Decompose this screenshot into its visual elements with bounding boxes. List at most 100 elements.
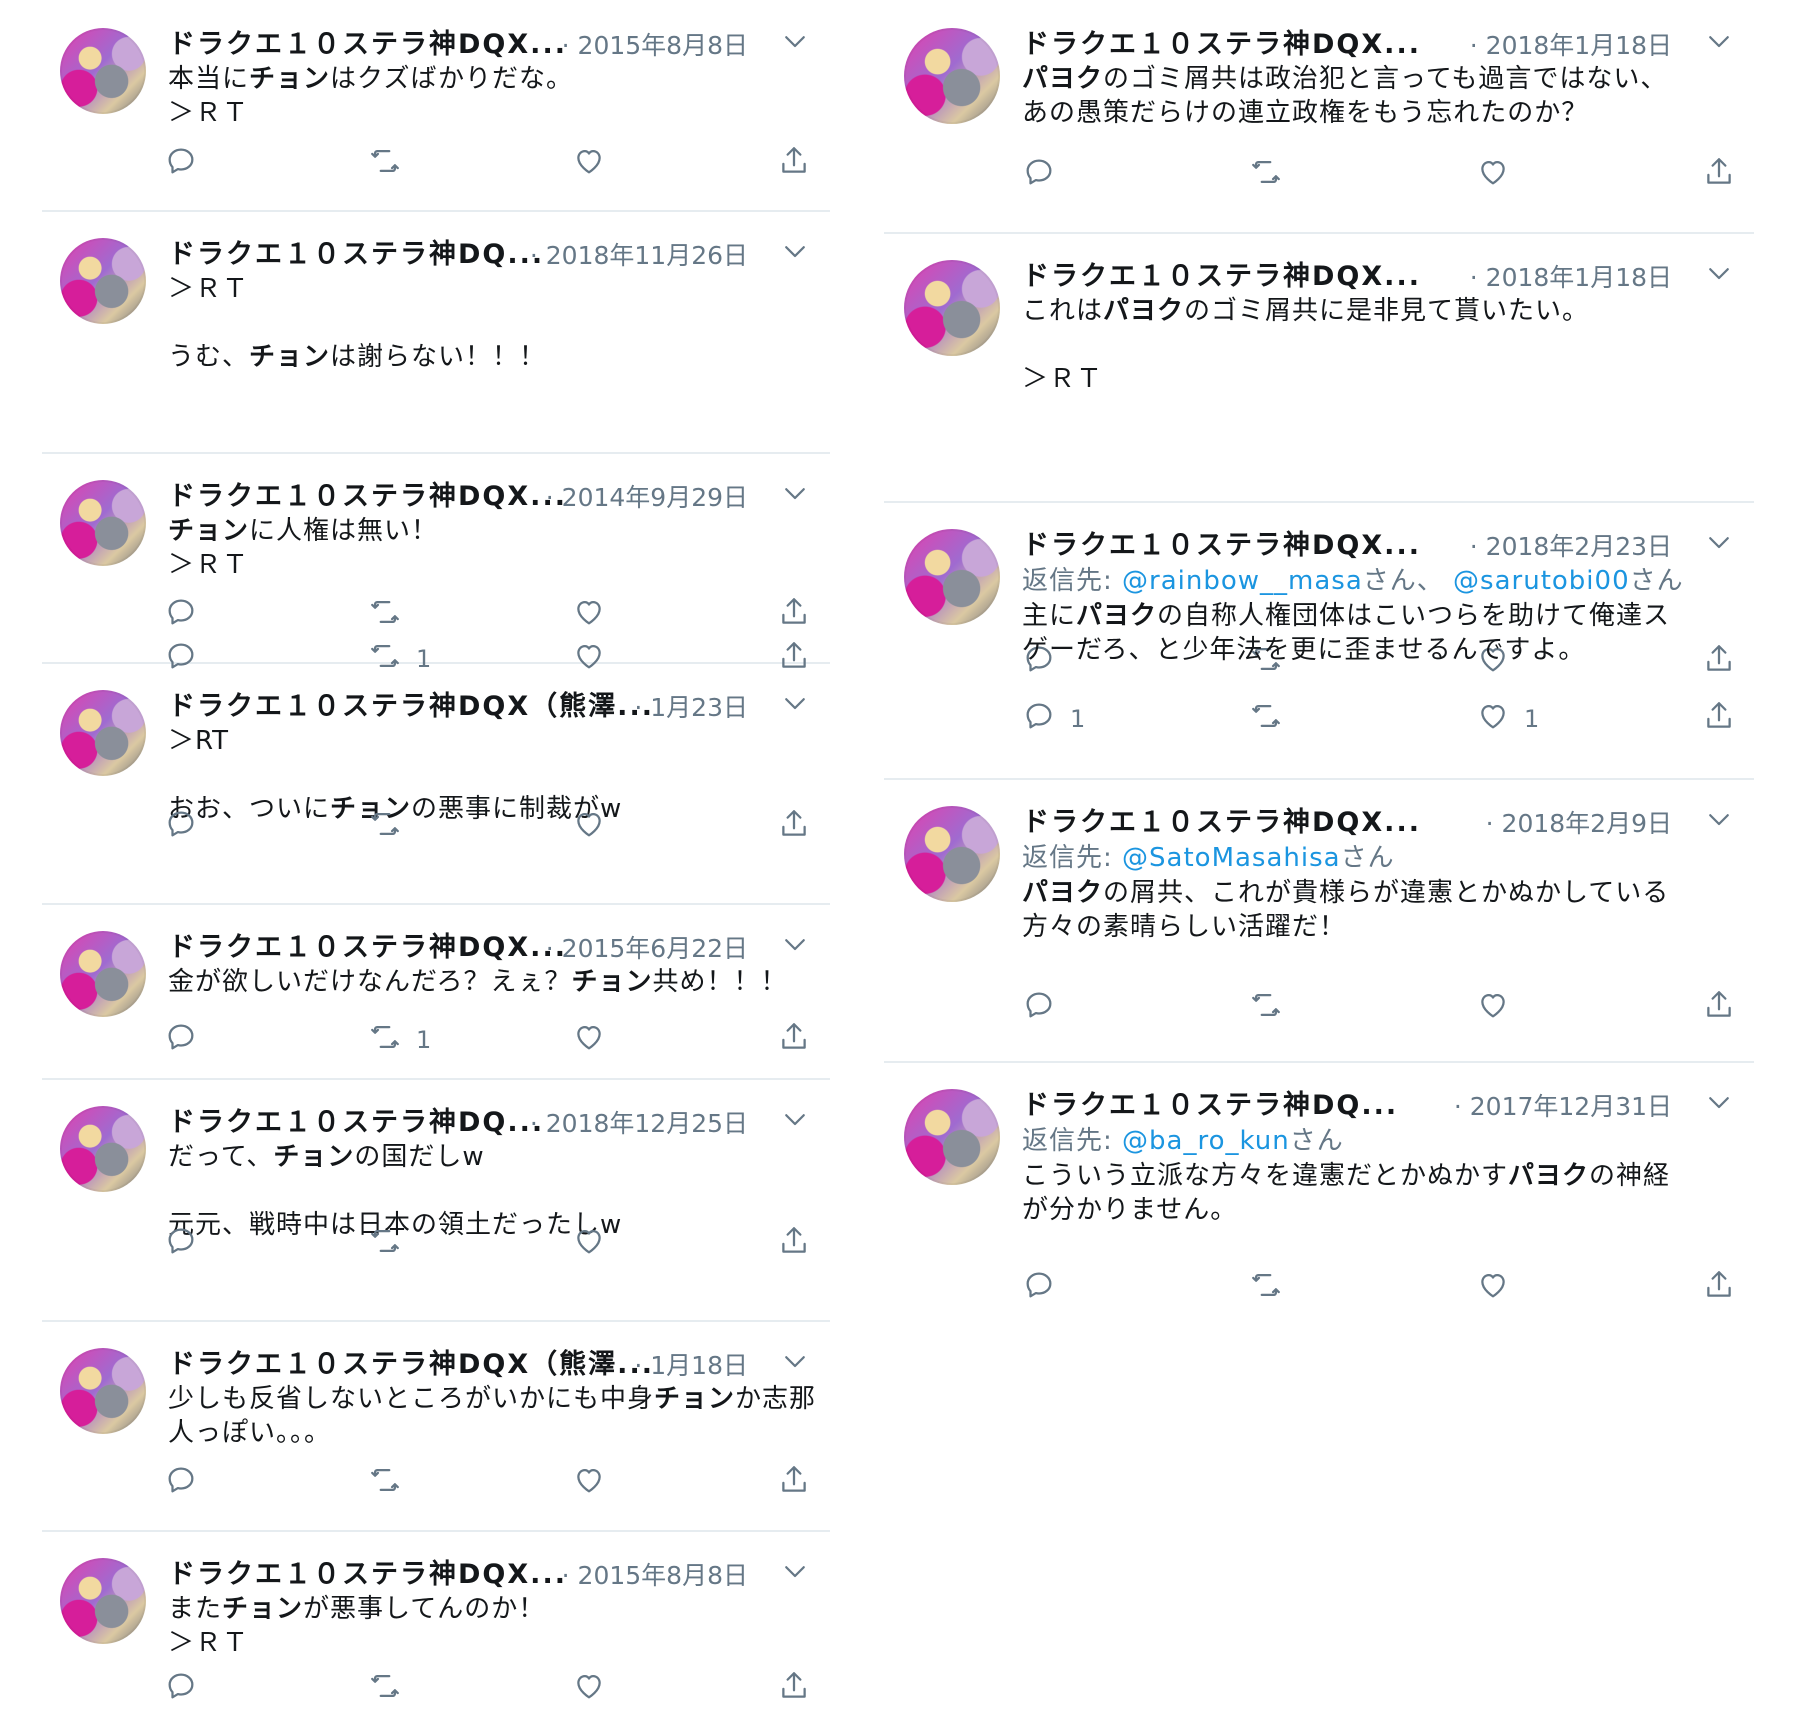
tweet-date[interactable]: · 2018年1月18日	[1470, 258, 1672, 294]
reply-button[interactable]	[164, 1020, 212, 1060]
share-button[interactable]	[1702, 155, 1736, 195]
share-button[interactable]	[777, 1669, 811, 1709]
chevron-down-icon[interactable]	[780, 1104, 810, 1134]
reply-button[interactable]	[164, 1463, 212, 1503]
mention-link[interactable]: @SatoMasahisa	[1122, 843, 1341, 873]
user-avatar[interactable]	[60, 931, 146, 1017]
like-button[interactable]	[572, 1224, 620, 1264]
chevron-down-icon[interactable]	[1704, 26, 1734, 56]
retweet-button[interactable]	[368, 1669, 416, 1709]
display-name[interactable]: ドラクエ１０ステラ神DQX...	[1022, 29, 1421, 60]
chevron-down-icon[interactable]	[1704, 1087, 1734, 1117]
like-button[interactable]	[572, 144, 620, 184]
tweet-date[interactable]: · 2015年8月8日	[562, 1556, 748, 1592]
tweet-card[interactable]: ドラクエ１０ステラ神DQX... · 2018年1月18日 これはパヨクのゴミ屑共に…	[884, 232, 1754, 672]
user-avatar[interactable]	[60, 1106, 146, 1192]
share-button[interactable]	[777, 1463, 811, 1503]
tweet-card[interactable]: ドラクエ１０ステラ神DQ... · 2018年11月26日 ＞ＲＴ うむ、チョンは謝…	[42, 210, 830, 625]
share-button[interactable]	[1702, 988, 1736, 1028]
display-name[interactable]: ドラクエ１０ステラ神DQ...	[168, 239, 544, 270]
tweet-card[interactable]: ドラクエ１０ステラ神DQ... · 2017年12月31日 返信先: @ba_ro_…	[884, 1061, 1754, 1321]
tweet-card[interactable]: ドラクエ１０ステラ神DQX... · 2018年2月23日 返信先: @rainbo…	[884, 501, 1754, 780]
like-button[interactable]: 1	[1476, 699, 1539, 739]
retweet-button[interactable]: 1	[368, 1020, 431, 1060]
like-button[interactable]	[572, 1669, 620, 1709]
tweet-card[interactable]: ドラクエ１０ステラ神DQX... · 2018年2月9日 返信先: @SatoMas…	[884, 778, 1754, 1063]
display-name[interactable]: ドラクエ１０ステラ神DQX...	[1022, 807, 1421, 838]
reply-button[interactable]	[164, 1224, 212, 1264]
like-button[interactable]	[1476, 155, 1524, 195]
user-avatar[interactable]	[60, 480, 146, 566]
retweet-button[interactable]	[368, 144, 416, 184]
reply-button[interactable]	[164, 807, 212, 847]
retweet-button[interactable]	[1249, 699, 1297, 739]
user-avatar[interactable]	[60, 238, 146, 324]
share-button[interactable]	[1702, 699, 1736, 739]
chevron-down-icon[interactable]	[780, 26, 810, 56]
chevron-down-icon[interactable]	[780, 1556, 810, 1586]
tweet-date[interactable]: · 2018年2月23日	[1470, 527, 1672, 563]
chevron-down-icon[interactable]	[780, 1346, 810, 1376]
user-avatar[interactable]	[60, 28, 146, 114]
retweet-button[interactable]	[1249, 155, 1297, 195]
tweet-date[interactable]: · 2015年6月22日	[546, 929, 748, 965]
user-avatar[interactable]	[60, 1558, 146, 1644]
share-button[interactable]	[1702, 1268, 1736, 1308]
chevron-down-icon[interactable]	[1704, 804, 1734, 834]
like-button[interactable]	[572, 807, 620, 847]
tweet-date[interactable]: · 2015年8月8日	[562, 26, 748, 62]
reply-button[interactable]	[164, 144, 212, 184]
chevron-down-icon[interactable]	[780, 478, 810, 508]
tweet-card[interactable]: ドラクエ１０ステラ神DQX... · 2014年9月29日 チョンに人権は無い！ ＞Ｒ…	[42, 452, 830, 673]
retweet-button[interactable]	[368, 1463, 416, 1503]
tweet-date[interactable]: · 1月23日	[634, 688, 748, 724]
tweet-date[interactable]: · 1月18日	[634, 1346, 748, 1382]
reply-button[interactable]: 1	[1022, 699, 1085, 739]
display-name[interactable]: ドラクエ１０ステラ神DQX...	[1022, 530, 1421, 561]
share-button[interactable]	[777, 1224, 811, 1264]
tweet-date[interactable]: · 2014年9月29日	[546, 478, 748, 514]
share-button[interactable]	[777, 144, 811, 184]
retweet-button[interactable]	[1249, 988, 1297, 1028]
tweet-card[interactable]: ドラクエ１０ステラ神DQX（熊澤... · 1月23日 ＞RT おお、ついにチョンの…	[42, 662, 830, 905]
chevron-down-icon[interactable]	[1704, 258, 1734, 288]
display-name[interactable]: ドラクエ１０ステラ神DQX...	[168, 29, 567, 60]
user-avatar[interactable]	[904, 260, 1000, 356]
mention-link[interactable]: @ba_ro_kun	[1122, 1126, 1290, 1156]
user-avatar[interactable]	[904, 529, 1000, 625]
user-avatar[interactable]	[904, 28, 1000, 124]
like-button[interactable]	[572, 1463, 620, 1503]
display-name[interactable]: ドラクエ１０ステラ神DQX（熊澤...	[168, 691, 654, 722]
tweet-date[interactable]: · 2017年12月31日	[1454, 1087, 1672, 1123]
tweet-date[interactable]: · 2018年11月26日	[530, 236, 748, 272]
user-avatar[interactable]	[904, 1089, 1000, 1185]
reply-button[interactable]	[1022, 155, 1070, 195]
share-button[interactable]	[777, 807, 811, 847]
user-avatar[interactable]	[904, 806, 1000, 902]
display-name[interactable]: ドラクエ１０ステラ神DQX...	[168, 481, 567, 512]
tweet-date[interactable]: · 2018年2月9日	[1486, 804, 1672, 840]
display-name[interactable]: ドラクエ１０ステラ神DQX...	[168, 1559, 567, 1590]
share-button[interactable]	[777, 1020, 811, 1060]
retweet-button[interactable]	[368, 807, 416, 847]
like-button[interactable]	[1476, 988, 1524, 1028]
reply-button[interactable]	[1022, 988, 1070, 1028]
like-button[interactable]	[572, 1020, 620, 1060]
display-name[interactable]: ドラクエ１０ステラ神DQ...	[168, 1107, 544, 1138]
tweet-date[interactable]: · 2018年12月25日	[530, 1104, 748, 1140]
tweet-card[interactable]: ドラクエ１０ステラ神DQX... · 2015年8月8日 本当にチョンはクズばかりだ…	[42, 0, 830, 212]
display-name[interactable]: ドラクエ１０ステラ神DQX...	[1022, 261, 1421, 292]
user-avatar[interactable]	[60, 1348, 146, 1434]
reply-button[interactable]	[1022, 1268, 1070, 1308]
display-name[interactable]: ドラクエ１０ステラ神DQ...	[1022, 1090, 1398, 1121]
tweet-card[interactable]: ドラクエ１０ステラ神DQX... · 2015年6月22日 金が欲しいだけなんだろ？…	[42, 903, 830, 1080]
tweet-card[interactable]: ドラクエ１０ステラ神DQX... · 2015年8月8日 またチョンが悪事してんのか…	[42, 1530, 830, 1709]
tweet-date[interactable]: · 2018年1月18日	[1470, 26, 1672, 62]
mention-link[interactable]: @sarutobi00	[1453, 566, 1630, 596]
display-name[interactable]: ドラクエ１０ステラ神DQX（熊澤...	[168, 1349, 654, 1380]
retweet-button[interactable]	[368, 1224, 416, 1264]
reply-button[interactable]	[164, 1669, 212, 1709]
tweet-card[interactable]: ドラクエ１０ステラ神DQX... · 2018年1月18日 パヨクのゴミ屑共は政治犯…	[884, 0, 1754, 234]
tweet-card[interactable]: ドラクエ１０ステラ神DQ... · 2018年12月25日 だって、チョンの国だしw…	[42, 1078, 830, 1322]
chevron-down-icon[interactable]	[780, 929, 810, 959]
